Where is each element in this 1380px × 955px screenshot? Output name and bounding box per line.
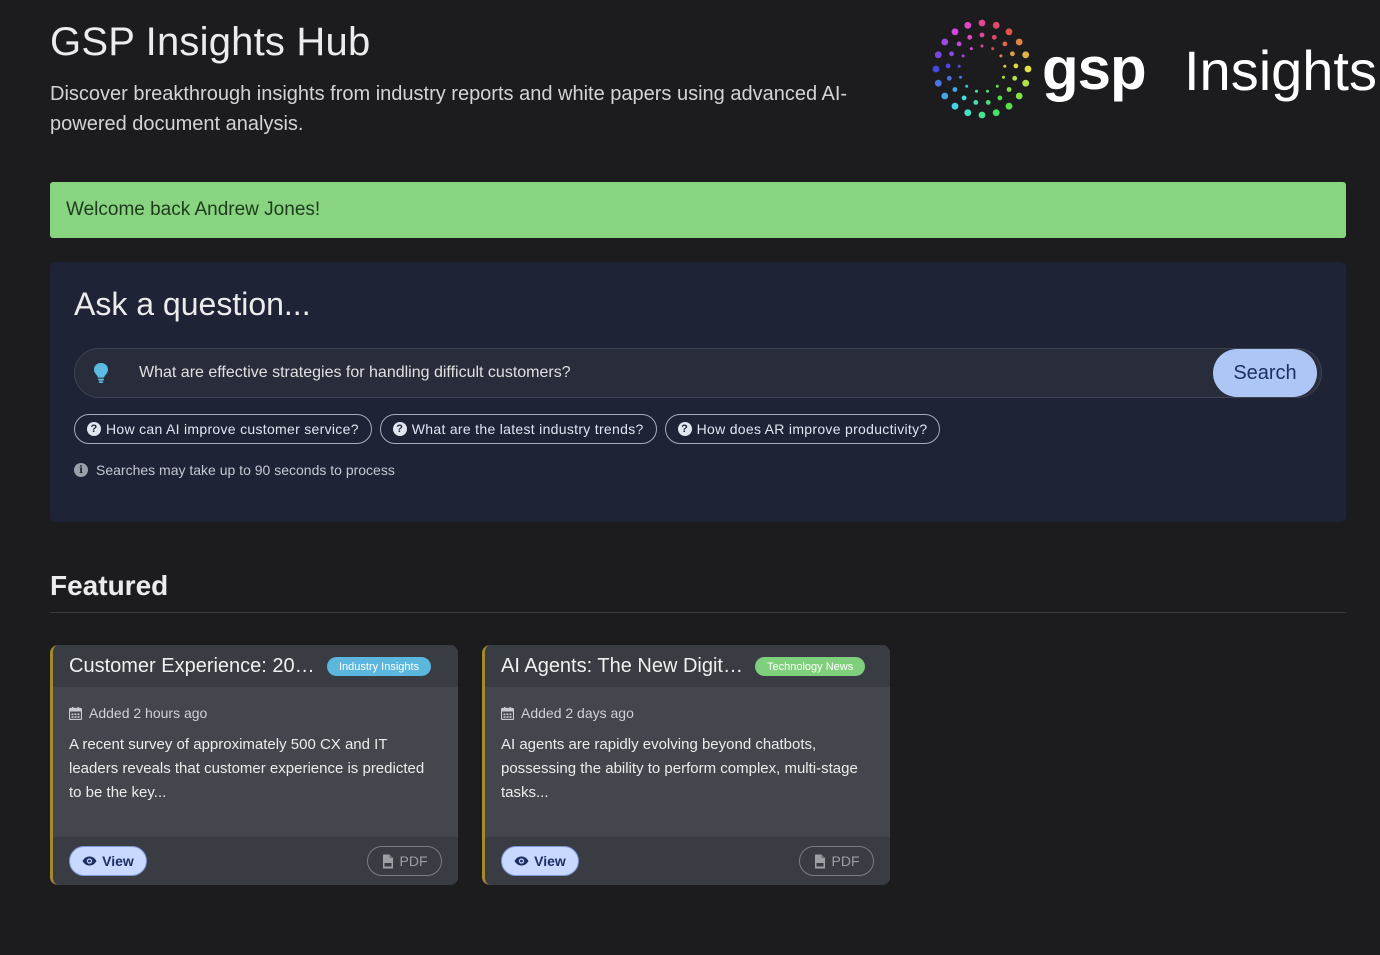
category-badge: Industry Insights: [327, 657, 432, 676]
card-date-text: Added 2 days ago: [521, 705, 634, 721]
card-title[interactable]: AI Agents: The New Digital...: [501, 655, 753, 678]
logo-dots-icon: [932, 19, 1032, 119]
logo-word: Insights: [1184, 39, 1377, 102]
help-icon: ?: [87, 422, 101, 436]
category-badge: Technology News: [755, 657, 866, 676]
suggestion-chip[interactable]: ? How can AI improve customer service?: [74, 414, 372, 444]
featured-card: Customer Experience: 203... Industry Ins…: [50, 645, 458, 885]
featured-card: AI Agents: The New Digital... Technology…: [482, 645, 890, 885]
ask-title: Ask a question...: [74, 286, 311, 322]
help-icon: ?: [677, 422, 692, 436]
suggestion-label: What are the latest industry trends?: [411, 421, 644, 437]
search-input[interactable]: [139, 349, 1199, 397]
card-date: Added 2 days ago: [501, 705, 634, 721]
card-description: AI agents are rapidly evolving beyond ch…: [501, 736, 858, 801]
pdf-label: PDF: [831, 853, 860, 869]
card-date: Added 2 hours ago: [69, 705, 207, 721]
processing-note-text: Searches may take up to 90 seconds to pr…: [96, 462, 395, 478]
header: GSP Insights Hub Discover breakthrough i…: [50, 20, 870, 139]
suggestion-label: How can AI improve customer service?: [106, 421, 359, 437]
pdf-file-icon: [814, 854, 825, 868]
suggestion-chips: ? How can AI improve customer service? ?…: [74, 414, 941, 444]
processing-note: i Searches may take up to 90 seconds to …: [74, 462, 395, 478]
info-icon: i: [74, 463, 88, 477]
welcome-message: Welcome back Andrew Jones!: [66, 199, 321, 220]
card-title[interactable]: Customer Experience: 203...: [69, 655, 321, 678]
search-bar: Search: [74, 348, 1322, 398]
view-button[interactable]: View: [69, 846, 147, 876]
suggestion-label: How does AR improve productivity?: [696, 421, 928, 437]
view-label: View: [534, 853, 566, 869]
calendar-icon: [69, 706, 82, 720]
view-button[interactable]: View: [501, 846, 579, 876]
welcome-banner: Welcome back Andrew Jones!: [50, 182, 1346, 238]
card-footer: View PDF: [485, 837, 890, 885]
card-date-text: Added 2 hours ago: [89, 705, 208, 721]
ask-panel: Ask a question... Search ? How can AI im…: [50, 262, 1346, 522]
card-header: AI Agents: The New Digital... Technology…: [485, 645, 890, 687]
pdf-label: PDF: [399, 853, 428, 869]
logo-brand: gsp: [1042, 35, 1147, 102]
card-footer: View PDF: [53, 837, 458, 885]
suggestion-chip[interactable]: ? How does AR improve productivity?: [664, 414, 941, 444]
lightbulb-icon: [94, 363, 108, 383]
view-label: View: [102, 853, 134, 869]
featured-title: Featured: [50, 570, 169, 601]
page-subtitle: Discover breakthrough insights from indu…: [50, 83, 848, 135]
pdf-button[interactable]: PDF: [799, 846, 874, 876]
card-description: A recent survey of approximately 500 CX …: [69, 736, 425, 801]
gsp-insights-logo: gsp Insights: [930, 16, 1377, 122]
eye-icon: [82, 856, 97, 866]
search-button[interactable]: Search: [1213, 349, 1317, 397]
card-header: Customer Experience: 203... Industry Ins…: [53, 645, 458, 687]
calendar-icon: [501, 706, 514, 720]
help-icon: ?: [392, 422, 407, 436]
pdf-file-icon: [382, 854, 393, 868]
suggestion-chip[interactable]: ? What are the latest industry trends?: [379, 414, 657, 444]
eye-icon: [514, 856, 529, 866]
featured-divider: [50, 612, 1346, 613]
page-title: GSP Insights Hub: [50, 20, 371, 64]
pdf-button[interactable]: PDF: [367, 846, 442, 876]
